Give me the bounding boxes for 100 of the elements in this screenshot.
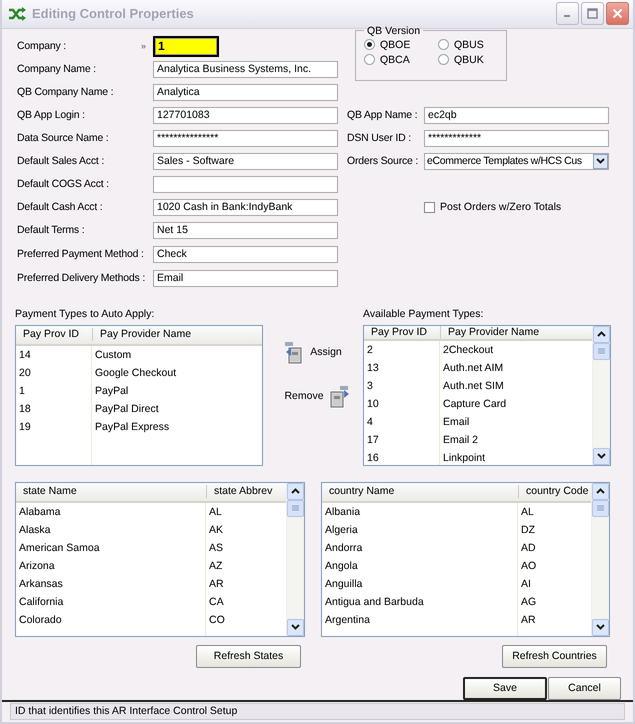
list-cell[interactable]: Alabama (16, 506, 206, 518)
list-cell[interactable]: 3 (364, 380, 440, 392)
input-field[interactable]: 127701083 (153, 106, 338, 124)
scrollbar-track[interactable] (592, 326, 610, 465)
list-cell[interactable]: AK (206, 524, 286, 536)
input-field[interactable]: *************** (153, 130, 338, 147)
list-cell[interactable]: 17 (364, 434, 440, 446)
scroll-thumb[interactable] (593, 342, 610, 360)
input-field[interactable]: Net 15 (153, 222, 338, 239)
list-cell[interactable]: Custom (92, 348, 262, 361)
list-cell[interactable]: 2 (364, 344, 440, 356)
radio-option[interactable]: QBUK (438, 54, 498, 66)
dropdown-button[interactable] (593, 154, 608, 169)
list-cell[interactable]: 19 (16, 420, 92, 433)
input-field[interactable]: Sales - Software (153, 152, 338, 170)
list-cell[interactable]: DZ (518, 524, 591, 536)
list-cell[interactable]: Albania (322, 506, 518, 518)
input-field[interactable]: ************* (424, 130, 609, 147)
scroll-down-button[interactable] (593, 448, 610, 465)
list-cell[interactable]: Email (440, 416, 592, 428)
list-cell[interactable]: AG (518, 596, 591, 608)
input-field[interactable]: Analytica Business Systems, Inc. (153, 60, 338, 78)
column-header[interactable]: Pay Prov ID (16, 328, 92, 342)
scroll-down-button[interactable] (592, 618, 609, 636)
list-cell[interactable]: AR (518, 614, 591, 626)
scroll-up-button[interactable] (593, 326, 610, 343)
list-cell[interactable]: Colorado (16, 614, 206, 626)
refresh-states-button[interactable]: Refresh States (196, 644, 301, 668)
list-cell[interactable]: 4 (364, 416, 440, 428)
remove-button[interactable]: Remove (284, 384, 350, 408)
input-field[interactable]: ec2qb (424, 106, 609, 124)
list-cell[interactable]: American Samoa (16, 542, 206, 554)
list-cell[interactable]: AR (206, 578, 286, 590)
list-cell[interactable]: AD (518, 542, 591, 554)
list-cell[interactable]: 1 (16, 384, 92, 397)
list-cell[interactable]: 16 (364, 452, 440, 464)
list-cell[interactable]: PayPal (92, 384, 262, 397)
list-cell[interactable]: PayPal Express (92, 420, 262, 433)
column-header[interactable]: country Name (322, 485, 518, 498)
input-field[interactable]: Email (153, 270, 338, 287)
scroll-thumb[interactable] (592, 500, 609, 517)
list-cell[interactable]: Alaska (16, 524, 206, 536)
column-header[interactable]: Pay Prov ID (364, 326, 440, 339)
scroll-up-button[interactable] (287, 482, 304, 500)
list-cell[interactable]: Angola (322, 560, 518, 572)
list-cell[interactable]: 14 (16, 348, 92, 361)
list-cell[interactable]: AS (206, 542, 286, 554)
list-cell[interactable]: Argentina (322, 614, 518, 626)
scrollbar-track[interactable] (286, 482, 304, 636)
list-cell[interactable]: Antigua and Barbuda (322, 596, 518, 608)
scrollbar-track[interactable] (591, 482, 609, 636)
list-cell[interactable]: Auth.net AIM (440, 362, 592, 374)
list-cell[interactable]: Linkpoint (440, 452, 592, 464)
close-button[interactable] (606, 2, 629, 26)
list-cell[interactable]: Email 2 (440, 434, 592, 446)
radio-option[interactable]: QBUS (438, 38, 498, 51)
list-cell[interactable]: Auth.net SIM (440, 380, 592, 392)
list-cell[interactable]: CA (206, 596, 286, 608)
save-button[interactable]: Save (463, 676, 547, 700)
list-cell[interactable]: AI (518, 578, 591, 590)
company-field[interactable]: 1 (153, 36, 219, 57)
column-header[interactable]: state Name (16, 485, 206, 498)
list-cell[interactable]: AO (518, 560, 591, 572)
column-header[interactable]: Pay Provider Name (92, 328, 262, 342)
list-cell[interactable]: AL (518, 506, 591, 518)
list-cell[interactable]: Arizona (16, 560, 206, 572)
list-cell[interactable]: Google Checkout (92, 366, 262, 379)
radio-option[interactable]: QBOE (364, 38, 438, 51)
input-field[interactable]: 1020 Cash in Bank:IndyBank (153, 198, 338, 216)
list-cell[interactable]: California (16, 596, 206, 608)
list-cell[interactable]: 13 (364, 362, 440, 374)
grip-icon (292, 504, 299, 512)
cancel-button[interactable]: Cancel (548, 676, 621, 700)
input-field[interactable]: Analytica (153, 84, 338, 101)
list-cell[interactable]: Andorra (322, 542, 518, 554)
checkbox-option[interactable]: Post Orders w/Zero Totals (424, 201, 611, 214)
list-cell[interactable]: 20 (16, 366, 92, 379)
radio-option[interactable]: QBCA (364, 54, 438, 66)
list-cell[interactable]: Arkansas (16, 578, 206, 590)
list-cell[interactable]: Capture Card (440, 398, 592, 410)
list-cell[interactable]: Algeria (322, 524, 518, 536)
list-cell[interactable]: PayPal Direct (92, 402, 262, 415)
maximize-button[interactable] (581, 2, 604, 26)
list-cell[interactable]: 2Checkout (440, 344, 592, 356)
input-field[interactable]: Check (153, 246, 338, 263)
list-cell[interactable]: CO (206, 614, 286, 626)
field-label: DSN User ID : (347, 132, 411, 144)
list-cell[interactable]: AL (206, 506, 286, 518)
list-cell[interactable]: Anguilla (322, 578, 518, 590)
input-field[interactable] (153, 176, 338, 193)
minimize-button[interactable] (556, 2, 579, 26)
scroll-down-button[interactable] (287, 618, 304, 636)
scroll-thumb[interactable] (287, 500, 304, 517)
list-cell[interactable]: AZ (206, 560, 286, 572)
dropdown-field[interactable]: eCommerce Templates w/HCS Cus (424, 152, 609, 170)
list-cell[interactable]: 18 (16, 402, 92, 415)
refresh-countries-button[interactable]: Refresh Countries (502, 644, 607, 668)
list-cell[interactable]: 10 (364, 398, 440, 410)
scroll-up-button[interactable] (592, 482, 609, 500)
assign-button[interactable]: Assign (284, 340, 342, 364)
